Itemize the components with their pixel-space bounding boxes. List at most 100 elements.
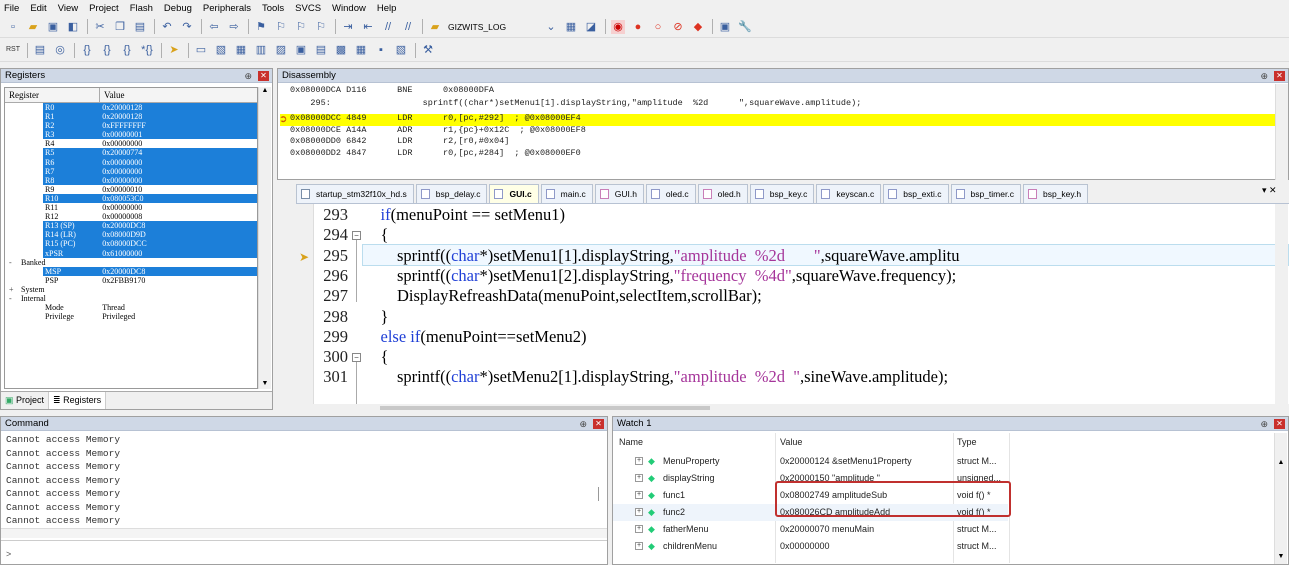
register-row[interactable]: R11 0x00000000 [5,203,257,213]
register-row[interactable]: PSP 0x2FBB9170 [5,275,257,285]
register-value[interactable]: 0x20000774 [99,148,257,158]
breakpoint-icon[interactable]: ● [631,20,645,34]
watch-value[interactable]: 0x20000070 menuMain [780,521,874,538]
step-into-icon[interactable]: {} [80,43,94,57]
pin-icon[interactable]: ⊕ [1260,69,1268,83]
code-line[interactable]: sprintf((char*)setMenu2[1].displayString… [364,367,948,387]
register-value[interactable]: 0x00000010 [99,185,257,194]
expand-icon[interactable]: + [9,285,14,294]
register-row[interactable]: - Banked [5,257,257,267]
editor-hscrollbar[interactable] [296,404,1289,412]
configure-icon[interactable]: 🔧 [738,20,752,34]
menu-item-project[interactable]: Project [89,3,119,14]
register-value[interactable]: 0x2FBB9170 [99,276,257,285]
code-line[interactable]: else if(menuPoint==setMenu2) [364,327,587,347]
incremental-find-icon[interactable]: ◪ [584,20,598,34]
register-value[interactable]: 0x20000DC8 [99,266,257,276]
undo-icon[interactable]: ↶ [160,20,174,34]
tab-oled-h[interactable]: oled.h [697,184,748,203]
disassembly-line[interactable]: 295: sprintf((char*)setMenu1[1].displayS… [290,98,861,109]
pin-icon[interactable]: ⊕ [244,69,252,83]
pin-icon[interactable]: ⊕ [1260,417,1268,431]
register-value[interactable]: 0x00000008 [99,212,257,221]
fold-toggle-icon[interactable]: − [352,353,361,363]
register-row[interactable]: R7 0x00000000 [5,166,257,176]
toolbox-icon[interactable]: ⚒ [421,43,435,57]
unindent-icon[interactable]: ⇤ [361,20,375,34]
command-window-icon[interactable]: ▭ [194,43,208,57]
expand-icon[interactable]: + [635,474,643,482]
breakpoint-kill-icon[interactable]: ◆ [691,20,705,34]
register-value[interactable]: Privileged [99,312,257,321]
command-input[interactable]: > [1,540,607,564]
code-line[interactable]: { [364,347,389,367]
register-row[interactable]: R15 (PC) 0x08000DCC [5,239,257,249]
nav-forward-icon[interactable]: ⇨ [227,20,241,34]
trace-window-icon[interactable]: ▪ [374,43,388,57]
window-layout-icon[interactable]: ▣ [718,20,732,34]
open-file-icon[interactable]: ▰ [26,20,40,34]
expand-icon[interactable]: + [9,249,14,258]
register-row[interactable]: R1 0x20000128 [5,112,257,122]
bookmark-clear-icon[interactable]: ⚐ [314,20,328,34]
indent-icon[interactable]: ⇥ [341,20,355,34]
editor-scrollbar[interactable] [1275,204,1288,404]
register-value[interactable]: 0xFFFFFFFF [99,121,257,131]
register-row[interactable]: R6 0x00000000 [5,157,257,167]
register-value[interactable]: 0x61000000 [99,248,257,258]
expand-icon[interactable]: + [635,508,643,516]
tab-bsp-timer-c[interactable]: bsp_timer.c [950,184,1021,203]
register-value[interactable]: 0x00000000 [99,139,257,148]
debug-start-icon[interactable]: ◉ [611,19,625,34]
reset-icon[interactable]: RST [6,43,20,57]
register-row[interactable]: R9 0x00000010 [5,184,257,194]
register-row[interactable]: R12 0x00000008 [5,212,257,222]
disassembly-line[interactable]: 0x08000DCA D116 BNE 0x08000DFA [290,85,494,96]
expand-icon[interactable]: + [635,525,643,533]
register-value[interactable]: 0x00000000 [99,166,257,176]
register-row[interactable]: R10 0x080053C0 [5,193,257,204]
menu-item-file[interactable]: File [4,3,19,14]
code-line[interactable]: if(menuPoint == setMenu1) [364,205,566,225]
register-row[interactable]: + xPSR 0x61000000 [5,248,257,258]
bookmark-icon[interactable]: ⚑ [254,20,268,34]
code-line[interactable]: DisplayRefreashData(menuPoint,selectItem… [364,286,762,306]
scroll-up-icon[interactable]: ▲ [1275,459,1287,466]
watch-value[interactable]: 0x00000000 [780,538,830,555]
menu-item-flash[interactable]: Flash [130,3,153,14]
step-over-icon[interactable]: {} [100,43,114,57]
menu-item-peripherals[interactable]: Peripherals [203,3,251,14]
menu-item-edit[interactable]: Edit [30,3,46,14]
symbols-window-icon[interactable]: ▦ [234,43,248,57]
menu-item-help[interactable]: Help [377,3,397,14]
nav-back-icon[interactable]: ⇦ [207,20,221,34]
copy-icon[interactable]: ❐ [113,20,127,34]
breakpoint-disable-icon[interactable]: ⊘ [671,20,685,34]
save-all-icon[interactable]: ◧ [66,20,80,34]
disassembly-scrollbar[interactable] [1275,84,1288,180]
memory-window-icon[interactable]: ▤ [314,43,328,57]
code-editor[interactable]: ➤ if(menuPoint == setMenu1) { sprintf((c… [296,203,1289,404]
expand-icon[interactable]: - [9,294,12,303]
cut-icon[interactable]: ✂ [93,20,107,34]
comment-icon[interactable]: // [381,20,395,34]
register-row[interactable]: - Internal [5,293,257,304]
expand-icon[interactable]: - [9,258,12,267]
new-file-icon[interactable]: ▫ [6,20,20,34]
tab-gui-c[interactable]: GUI.c [489,184,539,203]
watch-scrollbar[interactable]: ▲ ▼ [1274,433,1287,564]
expand-icon[interactable]: + [635,491,643,499]
redo-icon[interactable]: ↷ [180,20,194,34]
tab-oled-c[interactable]: oled.c [645,184,696,203]
breakpoint-enable-icon[interactable]: ○ [651,20,665,34]
code-line[interactable]: { [364,225,389,245]
pin-icon[interactable]: ⊕ [579,417,587,431]
register-row[interactable]: R0 0x20000128 [5,103,257,113]
disassembly-line[interactable]: 0x08000DD2 4847 LDR r0,[pc,#284] ; @0x08… [290,148,581,159]
disassembly-line[interactable]: 0x08000DD0 6842 LDR r2,[r0,#0x04] [290,136,509,147]
menu-item-window[interactable]: Window [332,3,366,14]
step-out-icon[interactable]: {} [120,43,134,57]
register-row[interactable]: MSP 0x20000DC8 [5,266,257,276]
register-row[interactable]: R2 0xFFFFFFFF [5,121,257,131]
menu-item-view[interactable]: View [58,3,78,14]
